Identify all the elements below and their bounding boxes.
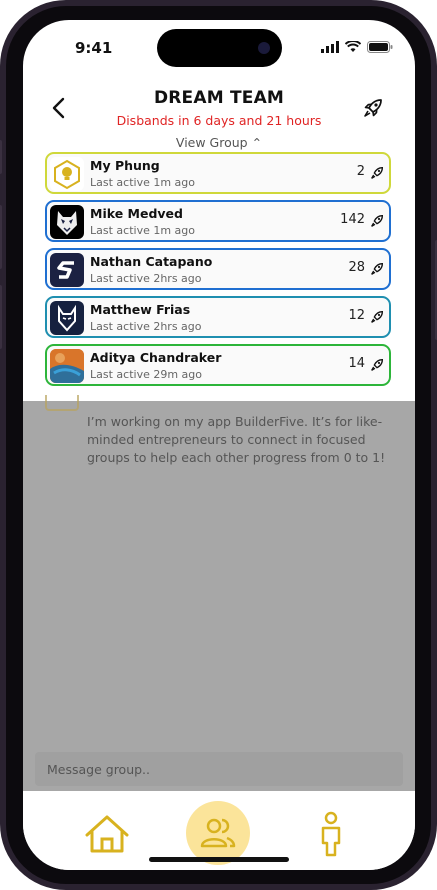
member-last-active: Last active 1m ago [90,224,196,237]
member-list: My Phung Last active 1m ago 2 Mike Medve… [45,152,391,392]
member-score: 12 [348,308,365,323]
message-input[interactable]: Message group.. [35,752,403,786]
dynamic-island [157,29,282,67]
member-last-active: Last active 1m ago [90,176,196,189]
member-name: Nathan Catapano [90,254,213,269]
mute-switch [0,140,2,174]
member-last-active: Last active 29m ago [90,368,203,381]
status-icons [321,41,393,53]
dimmed-chat-overlay[interactable]: I’m working on my app BuilderFive. It’s … [23,395,415,791]
home-indicator[interactable] [149,857,289,862]
member-name: My Phung [90,158,160,173]
disband-countdown: Disbands in 6 days and 21 hours [116,113,322,128]
tab-home[interactable] [75,801,139,865]
message-placeholder: Message group.. [47,762,151,777]
battery-icon [367,41,393,53]
member-score: 2 [356,164,365,179]
member-row[interactable]: Nathan Catapano Last active 2hrs ago 28 [45,248,391,290]
member-last-active: Last active 2hrs ago [90,320,202,333]
member-name: Matthew Frias [90,302,191,317]
tab-profile[interactable] [299,801,363,865]
wifi-icon [345,41,361,52]
member-row[interactable]: My Phung Last active 1m ago 2 [45,152,391,194]
group-title: DREAM TEAM [153,88,285,108]
view-group-toggle[interactable]: View Group ⌃ [23,135,415,150]
person-icon [321,811,341,857]
member-name: Aditya Chandraker [90,350,222,365]
rocket-icon[interactable] [361,96,385,120]
group-icon [200,818,236,848]
group-header: DREAM TEAM Disbands in 6 days and 21 hou… [23,88,415,134]
tab-group[interactable] [186,801,250,865]
signal-icon [321,41,339,53]
screen: 9:41 DREAM TEAM Disbands in 6 days and 2… [23,20,415,870]
member-row[interactable]: Matthew Frias Last active 2hrs ago 12 [45,296,391,338]
rocket-icon [371,262,384,275]
volume-down-button [0,285,2,349]
volume-up-button [0,205,2,269]
lightbulb-hexagon-icon [50,157,84,191]
member-name: Mike Medved [90,206,183,221]
rocket-icon [371,358,384,371]
rocket-icon [371,214,384,227]
rocket-icon [371,310,384,323]
camera-icon [258,42,270,54]
home-icon [85,815,129,853]
member-score: 28 [348,260,365,275]
member-score: 142 [340,212,365,227]
s-logo [50,253,84,287]
post-avatar [45,395,79,411]
member-row[interactable]: Aditya Chandraker Last active 29m ago 14 [45,344,391,386]
member-score: 14 [348,356,365,371]
rocket-icon [371,166,384,179]
member-row[interactable]: Mike Medved Last active 1m ago 142 [45,200,391,242]
member-last-active: Last active 2hrs ago [90,272,202,285]
status-time: 9:41 [75,39,113,57]
member-photo [50,349,84,383]
husky-logo [50,205,84,239]
wolf-logo [50,301,84,335]
post-text: I’m working on my app BuilderFive. It’s … [87,414,386,465]
